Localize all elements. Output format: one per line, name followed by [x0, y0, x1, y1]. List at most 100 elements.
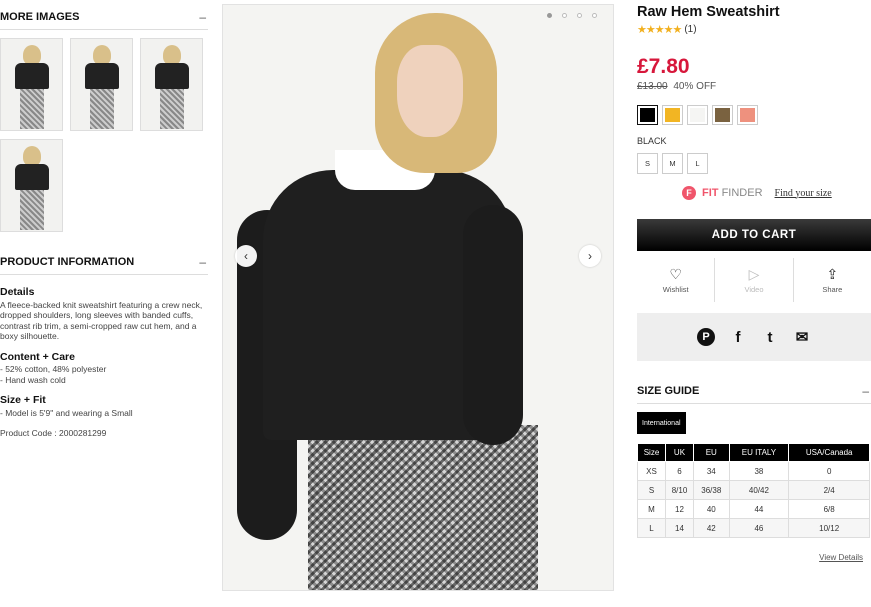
thumb-figure	[19, 190, 44, 230]
find-your-size-link[interactable]: Find your size	[775, 188, 832, 199]
table-body: XS 6 34 38 0 S 8/10 36/38 40/42 2/4 M 12 40 44 6/8 L 14 4…	[637, 461, 870, 538]
size-guide-header[interactable]: SIZE GUIDE –	[637, 384, 871, 404]
table-cell: 40	[693, 499, 730, 519]
next-image-button[interactable]: ›	[579, 245, 601, 267]
prev-image-button[interactable]: ‹	[235, 245, 257, 267]
email-icon[interactable]: ✉	[793, 328, 811, 346]
thumbnail-side[interactable]	[70, 38, 133, 131]
content-line: - Hand wash cold	[0, 374, 66, 385]
main-product-image[interactable]: ‹ ›	[222, 4, 614, 591]
thumb-figure	[159, 89, 184, 129]
color-swatch[interactable]	[712, 105, 733, 125]
collapse-icon[interactable]: –	[199, 10, 208, 24]
table-cell: L	[637, 518, 666, 538]
pagination-dot[interactable]	[577, 13, 582, 18]
table-row: S 8/10 36/38 40/42 2/4	[637, 480, 870, 500]
size-option[interactable]: M	[662, 153, 683, 174]
original-price-row: £13.00 40% OFF	[637, 81, 716, 92]
table-cell: XS	[637, 461, 666, 481]
image-pagination	[547, 13, 597, 18]
more-images-title: MORE IMAGES	[0, 11, 80, 23]
swatch-fill	[715, 108, 730, 122]
swatch-fill	[740, 108, 755, 122]
video-label: Video	[744, 284, 764, 294]
model-shape	[463, 205, 523, 445]
more-images-header[interactable]: MORE IMAGES –	[0, 10, 208, 30]
table-cell: 6/8	[788, 499, 870, 519]
collapse-icon[interactable]: –	[199, 255, 208, 269]
collapse-icon[interactable]: –	[862, 384, 871, 398]
product-information-header[interactable]: PRODUCT INFORMATION –	[0, 255, 208, 275]
add-to-cart-button[interactable]: ADD TO CART	[637, 219, 871, 251]
share-label: Share	[822, 284, 843, 294]
size-guide-title: SIZE GUIDE	[637, 385, 700, 397]
size-option[interactable]: L	[687, 153, 708, 174]
pagination-dot[interactable]	[562, 13, 567, 18]
discount-label: 40% OFF	[673, 81, 717, 92]
pinterest-icon[interactable]: P	[697, 328, 715, 346]
thumb-figure	[154, 63, 189, 89]
fit-finder-logo-icon: F	[682, 186, 696, 200]
details-title: Details	[0, 286, 35, 298]
table-cell: 6	[664, 461, 695, 481]
thumb-figure	[19, 89, 44, 129]
details-text: A fleece-backed knit sweatshirt featurin…	[0, 299, 203, 342]
color-swatch[interactable]	[662, 105, 683, 125]
fit-finder[interactable]: F FIT FINDER Find your size	[682, 186, 832, 200]
size-fit-block: Size + Fit - Model is 5'9" and wearing a…	[0, 395, 208, 418]
chevron-right-icon: ›	[588, 249, 592, 263]
social-share-bar: P f t ✉	[637, 313, 871, 361]
thumb-figure	[92, 45, 111, 65]
table-row: M 12 40 44 6/8	[637, 499, 870, 519]
product-actions: ♡ Wishlist ▷ Video ⇪ Share	[637, 258, 871, 302]
table-cell: 12	[664, 499, 695, 519]
twitter-icon[interactable]: t	[761, 328, 779, 346]
color-swatch[interactable]	[737, 105, 758, 125]
thumb-figure	[84, 63, 119, 89]
thumbnail-front[interactable]	[0, 38, 63, 131]
color-swatch[interactable]	[687, 105, 708, 125]
color-swatch[interactable]	[637, 105, 658, 125]
content-line: - 52% cotton, 48% polyester	[0, 364, 107, 374]
size-guide-tab-international[interactable]: International	[637, 412, 686, 434]
size-fit-title: Size + Fit	[0, 394, 46, 406]
color-swatches	[637, 105, 758, 125]
thumb-figure	[14, 164, 49, 190]
thumb-figure	[14, 63, 49, 89]
size-fit-line: - Model is 5'9" and wearing a Small	[0, 407, 133, 418]
table-cell: 46	[728, 518, 790, 538]
table-header-row: Size UK EU EU ITALY USA/Canada	[637, 443, 870, 462]
table-cell: M	[637, 499, 666, 519]
product-information-title: PRODUCT INFORMATION	[0, 256, 135, 268]
table-header-cell: UK	[664, 443, 695, 462]
share-button[interactable]: ⇪ Share	[792, 258, 871, 302]
content-care-title: Content + Care	[0, 350, 75, 363]
thumbnail-back[interactable]	[140, 38, 203, 131]
original-price: £13.00	[637, 81, 668, 92]
thumbnail-full[interactable]	[0, 139, 63, 232]
model-shape	[308, 425, 538, 590]
facebook-icon[interactable]: f	[729, 328, 747, 346]
content-care-block: Content + Care - 52% cotton, 48% polyest…	[0, 350, 208, 386]
video-button[interactable]: ▷ Video	[714, 258, 792, 302]
table-header-cell: EU ITALY	[728, 443, 790, 462]
view-details-link[interactable]: View Details	[819, 553, 863, 562]
chevron-left-icon: ‹	[244, 249, 248, 263]
fit-finder-label-a: FIT	[702, 187, 719, 199]
wishlist-button[interactable]: ♡ Wishlist	[637, 258, 714, 302]
model-shape	[397, 45, 463, 137]
table-cell: 42	[693, 518, 730, 538]
table-cell: 44	[728, 499, 790, 519]
thumb-figure	[162, 45, 181, 65]
table-cell: S	[637, 480, 666, 500]
rating[interactable]: ★★★★★ (1)	[637, 23, 697, 36]
table-header-cell: Size	[637, 443, 666, 462]
size-option[interactable]: S	[637, 153, 658, 174]
table-header-cell: USA/Canada	[788, 443, 870, 462]
table-row: L 14 42 46 10/12	[637, 518, 870, 538]
heart-icon: ♡	[669, 265, 682, 282]
selected-color-name: BLACK	[637, 136, 667, 146]
pagination-dot[interactable]	[547, 13, 552, 18]
pagination-dot[interactable]	[592, 13, 597, 18]
table-row: XS 6 34 38 0	[637, 461, 870, 481]
